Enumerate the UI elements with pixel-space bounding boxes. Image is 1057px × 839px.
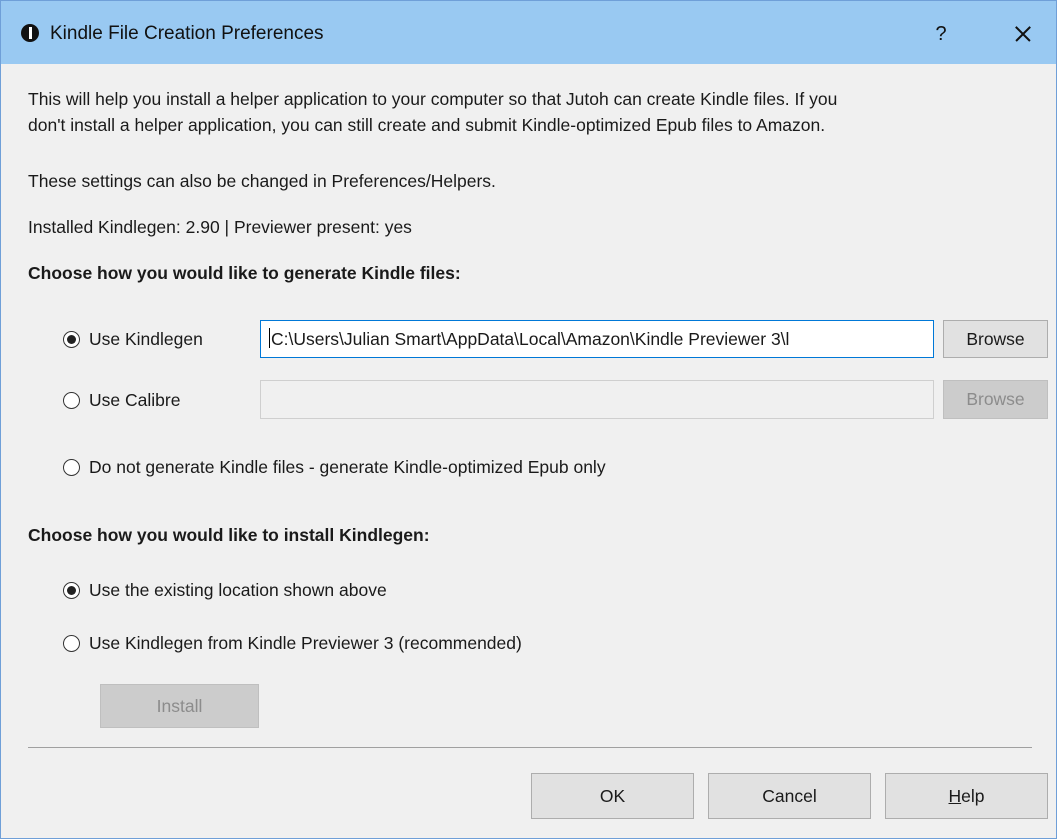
install-heading: Choose how you would like to install Kin… (28, 525, 430, 545)
existing-location-label[interactable]: Use the existing location shown above (89, 580, 387, 601)
use-calibre-radio[interactable] (63, 392, 80, 409)
help-footer-button[interactable]: Help (885, 773, 1048, 819)
title-bar[interactable]: Kindle File Creation Preferences ? (1, 1, 1056, 64)
existing-location-radio[interactable] (63, 582, 80, 599)
epub-only-radio[interactable] (63, 459, 80, 476)
calibre-path-input[interactable] (260, 380, 934, 419)
installed-info: Installed Kindlegen: 2.90 | Previewer pr… (28, 217, 412, 237)
previewer-kindlegen-label[interactable]: Use Kindlegen from Kindle Previewer 3 (r… (89, 633, 522, 654)
close-icon[interactable] (1005, 17, 1041, 51)
intro-text-line-1: This will help you install a helper appl… (28, 89, 838, 109)
generate-heading: Choose how you would like to generate Ki… (28, 263, 461, 283)
kindlegen-path-value: C:\Users\Julian Smart\AppData\Local\Amaz… (271, 329, 790, 349)
help-mnemonic: H (948, 786, 962, 806)
calibre-browse-button[interactable]: Browse (943, 380, 1048, 419)
cancel-button[interactable]: Cancel (708, 773, 871, 819)
use-kindlegen-label[interactable]: Use Kindlegen (89, 329, 203, 350)
install-button[interactable]: Install (100, 684, 259, 728)
help-button[interactable]: ? (926, 19, 956, 49)
footer-divider (28, 747, 1032, 748)
intro-text-line-2: don't install a helper application, you … (28, 115, 826, 135)
kindlegen-browse-button[interactable]: Browse (943, 320, 1048, 358)
previewer-kindlegen-radio[interactable] (63, 635, 80, 652)
use-kindlegen-radio[interactable] (63, 331, 80, 348)
epub-only-label[interactable]: Do not generate Kindle files - generate … (89, 457, 606, 478)
dialog-window: Kindle File Creation Preferences ? This … (0, 0, 1057, 839)
text-caret (269, 328, 270, 348)
window-title: Kindle File Creation Preferences (50, 23, 324, 44)
jutoh-app-icon (21, 24, 39, 42)
use-calibre-label[interactable]: Use Calibre (89, 390, 180, 411)
ok-button[interactable]: OK (531, 773, 694, 819)
kindlegen-path-input[interactable]: C:\Users\Julian Smart\AppData\Local\Amaz… (260, 320, 934, 358)
help-label-rest: elp (961, 786, 985, 806)
settings-note: These settings can also be changed in Pr… (28, 171, 496, 191)
